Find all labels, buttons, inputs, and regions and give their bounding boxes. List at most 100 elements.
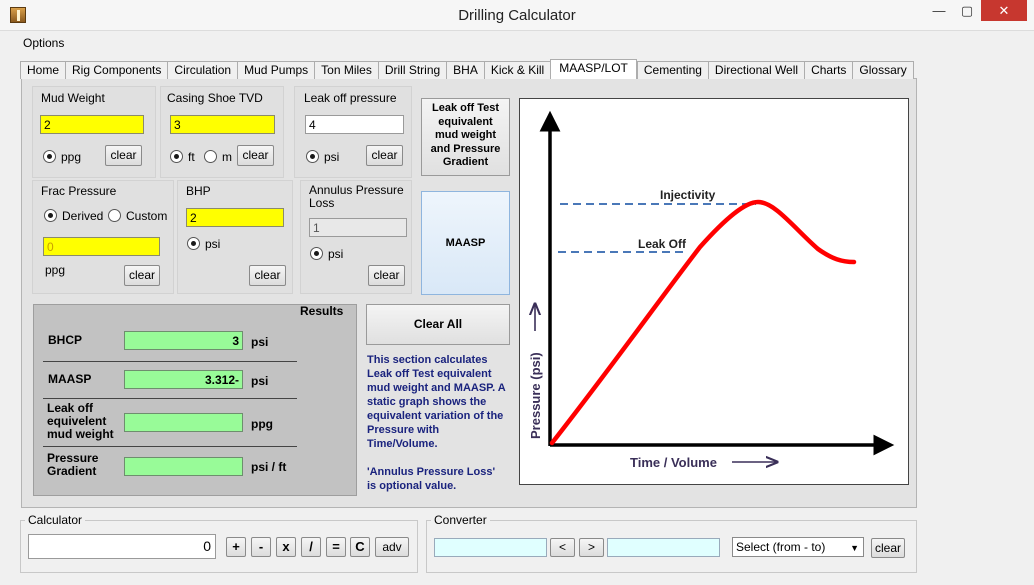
lot-graph-svg: Injectivity Leak Off Time / Volume Press… xyxy=(528,110,895,470)
calculator-minus-button[interactable]: - xyxy=(251,537,271,557)
annulus-pressure-loss-input[interactable]: 1 xyxy=(309,218,407,237)
tab-rig-components[interactable]: Rig Components xyxy=(65,61,168,79)
tab-drill-string[interactable]: Drill String xyxy=(377,61,447,79)
frac-pressure-label: Frac Pressure xyxy=(41,184,117,198)
radio-selected-icon xyxy=(170,150,183,163)
converter-to-input xyxy=(607,538,720,557)
pressure-curve xyxy=(549,199,857,446)
calculator-multiply-button[interactable]: x xyxy=(276,537,296,557)
pressure-gradient-unit: psi / ft xyxy=(251,460,287,474)
injectivity-label: Injectivity xyxy=(660,188,716,202)
calculator-legend: Calculator xyxy=(25,513,86,527)
leak-off-label: Leak Off xyxy=(638,237,687,251)
results-divider xyxy=(43,361,297,362)
radio-selected-icon xyxy=(310,247,323,260)
frac-pressure-input[interactable]: 0 xyxy=(43,237,160,256)
lot-emw-output xyxy=(124,413,243,432)
casing-shoe-tvd-label: Casing Shoe TVD xyxy=(167,91,263,105)
radio-selected-icon xyxy=(187,237,200,250)
mud-weight-clear-button[interactable]: clear xyxy=(105,145,142,166)
casing-shoe-tvd-clear-button[interactable]: clear xyxy=(237,145,274,166)
maasp-button[interactable]: MAASP xyxy=(421,191,510,295)
frac-derived-radio[interactable]: Derived xyxy=(44,209,103,223)
maasp-output: 3.312- xyxy=(124,370,243,389)
tab-glossary[interactable]: Glossary xyxy=(852,61,914,79)
bhp-clear-button[interactable]: clear xyxy=(249,265,286,286)
x-axis-label: Time / Volume xyxy=(630,455,717,470)
converter-from-input[interactable] xyxy=(434,538,547,557)
bhcp-label: BHCP xyxy=(48,333,83,347)
tab-bha[interactable]: BHA xyxy=(446,61,484,79)
maasp-label: MAASP xyxy=(48,372,92,386)
info-note: 'Annulus Pressure Loss' is optional valu… xyxy=(367,466,496,492)
casing-shoe-tvd-input[interactable]: 3 xyxy=(170,115,275,134)
leak-off-psi-radio[interactable]: psi xyxy=(306,150,339,164)
radio-selected-icon xyxy=(43,150,56,163)
tab-ton-miles[interactable]: Ton Miles xyxy=(314,61,378,79)
maximize-button[interactable]: ▢ xyxy=(953,0,981,21)
annulus-pressure-loss-clear-button[interactable]: clear xyxy=(368,265,405,286)
mud-weight-label: Mud Weight xyxy=(41,91,105,105)
tab-charts[interactable]: Charts xyxy=(804,61,853,79)
results-divider xyxy=(43,398,297,399)
converter-unit-select[interactable]: Select (from - to) ▼ xyxy=(732,537,864,557)
mud-weight-input[interactable]: 2 xyxy=(40,115,144,134)
calculator-advanced-button[interactable]: adv xyxy=(375,537,409,557)
radio-unselected-icon xyxy=(108,209,121,222)
tab-maasp-lot[interactable]: MAASP/LOT xyxy=(550,59,637,79)
calculator-equals-button[interactable]: = xyxy=(326,537,346,557)
frac-pressure-clear-button[interactable]: clear xyxy=(124,265,160,286)
close-button[interactable]: ✕ xyxy=(981,0,1027,21)
leak-off-pressure-label: Leak off pressure xyxy=(304,91,397,105)
tab-mud-pumps[interactable]: Mud Pumps xyxy=(237,61,315,79)
tab-circulation[interactable]: Circulation xyxy=(167,61,238,79)
frac-custom-radio[interactable]: Custom xyxy=(108,209,167,223)
frac-pressure-unit: ppg xyxy=(45,263,66,277)
calculator-display[interactable]: 0 xyxy=(28,534,216,559)
calculator-plus-button[interactable]: + xyxy=(226,537,246,557)
lot-emw-unit: ppg xyxy=(251,417,273,431)
chevron-down-icon: ▼ xyxy=(850,543,859,553)
y-axis-label: Pressure (psi) xyxy=(528,352,543,439)
calculator-clear-button[interactable]: C xyxy=(350,537,370,557)
pressure-gradient-output xyxy=(124,457,243,476)
calculator-divide-button[interactable]: / xyxy=(301,537,321,557)
clear-all-button[interactable]: Clear All xyxy=(366,304,510,345)
converter-prev-button[interactable]: < xyxy=(550,538,575,557)
tab-strip: Home Rig Components Circulation Mud Pump… xyxy=(20,59,914,79)
converter-next-button[interactable]: > xyxy=(579,538,604,557)
window-title: Drilling Calculator xyxy=(458,7,576,24)
tab-directional-well[interactable]: Directional Well xyxy=(707,61,805,79)
radio-selected-icon xyxy=(44,209,57,222)
tab-home[interactable]: Home xyxy=(20,61,66,79)
mud-weight-ppg-radio[interactable]: ppg xyxy=(43,150,81,164)
bhp-psi-radio[interactable]: psi xyxy=(187,237,220,251)
bhp-input[interactable]: 2 xyxy=(186,208,284,227)
leak-off-pressure-clear-button[interactable]: clear xyxy=(366,145,403,166)
menu-options[interactable]: Options xyxy=(16,36,71,50)
converter-clear-button[interactable]: clear xyxy=(871,538,905,558)
results-title: Results xyxy=(300,304,344,318)
lot-emw-label: Leak off equivelent mud weight xyxy=(47,401,114,441)
lot-graph: Injectivity Leak Off Time / Volume Press… xyxy=(519,98,909,485)
bhcp-output: 3 xyxy=(124,331,243,350)
menu-bar xyxy=(0,31,1034,57)
converter-legend: Converter xyxy=(431,513,490,527)
leak-off-pressure-input[interactable]: 4 xyxy=(305,115,404,134)
minimize-button[interactable]: — xyxy=(925,0,953,21)
results-divider xyxy=(43,446,297,447)
tab-cementing[interactable]: Cementing xyxy=(636,61,708,79)
casing-shoe-ft-radio[interactable]: ft xyxy=(170,150,195,164)
info-paragraph: This section calculates Leak off Test eq… xyxy=(367,354,506,450)
bhp-label: BHP xyxy=(186,184,211,198)
radio-selected-icon xyxy=(306,150,319,163)
pressure-gradient-label: Pressure Gradient xyxy=(47,451,99,478)
lot-equivalent-mud-weight-button[interactable]: Leak off Test equivalent mud weight and Pre… xyxy=(421,98,510,176)
casing-shoe-m-radio[interactable]: m xyxy=(204,150,232,164)
tab-kick-kill[interactable]: Kick & Kill xyxy=(483,61,551,79)
annulus-psi-radio[interactable]: psi xyxy=(310,247,343,261)
maasp-unit: psi xyxy=(251,374,269,388)
info-text: This section calculates Leak off Test eq… xyxy=(367,353,507,493)
radio-unselected-icon xyxy=(204,150,217,163)
bhcp-unit: psi xyxy=(251,335,269,349)
